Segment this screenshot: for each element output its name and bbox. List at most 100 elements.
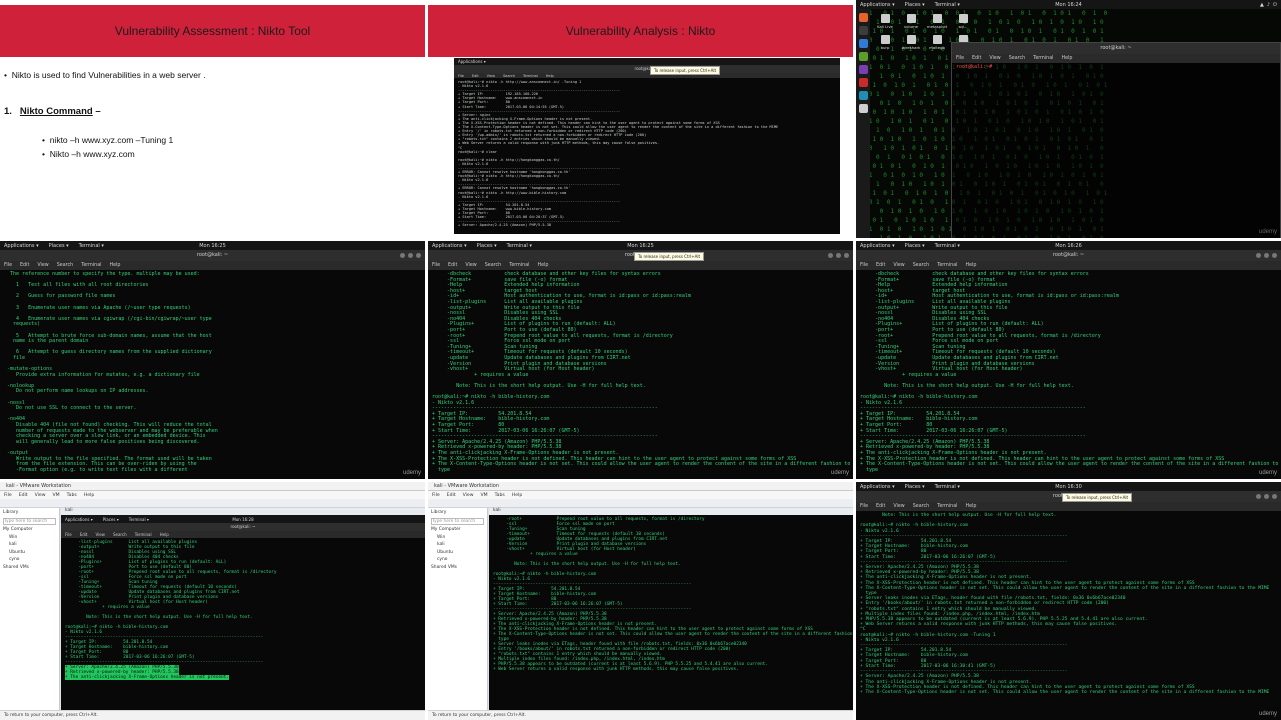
menu-search[interactable]: Search bbox=[1009, 56, 1025, 61]
clock[interactable]: Mon 16:30 bbox=[1055, 484, 1082, 490]
tree-item[interactable]: kali bbox=[3, 542, 56, 547]
desktop-icon[interactable]: volume bbox=[900, 14, 922, 32]
menu-file[interactable]: File bbox=[4, 493, 12, 498]
menu-file[interactable]: File bbox=[65, 532, 72, 537]
menu-vm[interactable]: VM bbox=[481, 493, 488, 498]
menu-search[interactable]: Search bbox=[485, 263, 501, 268]
clock[interactable]: Mon 16:24 bbox=[1055, 2, 1082, 8]
menu-terminal[interactable]: Terminal bbox=[135, 532, 152, 537]
vm-screen[interactable]: Applications ▾ Places ▾ Terminal ▾ Mon 1… bbox=[61, 515, 425, 710]
desktop-icon[interactable]: burp bbox=[874, 35, 896, 53]
menu-view[interactable]: View bbox=[893, 504, 904, 509]
vm-screen[interactable]: -root+ Prepend root value to all request… bbox=[489, 515, 853, 710]
system-tray[interactable]: ▲ ♪ ⏻ bbox=[1260, 2, 1277, 8]
menu-help[interactable]: Help bbox=[109, 263, 120, 268]
metasploit-icon[interactable] bbox=[858, 52, 868, 61]
menu-help[interactable]: Help bbox=[1061, 56, 1072, 61]
close-button[interactable] bbox=[416, 253, 421, 258]
terminal-output[interactable]: Note: This is the short help output. Use… bbox=[856, 511, 1281, 720]
menu-edit[interactable]: Edit bbox=[876, 263, 885, 268]
terminal-menu[interactable]: Terminal ▾ bbox=[79, 243, 104, 249]
maximize-button[interactable] bbox=[408, 253, 413, 258]
menu-view[interactable]: View bbox=[463, 493, 474, 498]
menu-view[interactable]: View bbox=[37, 263, 48, 268]
menu-file[interactable]: File bbox=[860, 504, 868, 509]
tree-item[interactable]: Win bbox=[431, 535, 484, 540]
menu-file[interactable]: File bbox=[860, 263, 868, 268]
armitage-icon[interactable] bbox=[858, 65, 868, 74]
terminal-output[interactable]: -dbcheck check database and other key fi… bbox=[428, 270, 853, 479]
maltego-icon[interactable] bbox=[858, 91, 868, 100]
menu-terminal[interactable]: Terminal bbox=[509, 263, 529, 268]
menu-vm[interactable]: VM bbox=[53, 493, 60, 498]
menu-edit[interactable]: Edit bbox=[80, 532, 88, 537]
clock[interactable]: Mon 16:26 bbox=[1055, 243, 1082, 249]
clock[interactable]: Mon 16:25 bbox=[627, 243, 654, 249]
tree-item[interactable]: Win bbox=[3, 535, 56, 540]
tree-my-computer[interactable]: My Computer bbox=[3, 527, 56, 532]
vm-tab-kali[interactable]: kali bbox=[61, 508, 425, 515]
applications-menu[interactable]: Applications ▾ bbox=[860, 2, 895, 8]
menu-terminal[interactable]: Terminal bbox=[937, 263, 957, 268]
places-menu[interactable]: Places ▾ bbox=[905, 2, 925, 8]
terminal-window[interactable]: root@kali: ~ File Edit View Search Termi… bbox=[951, 42, 1281, 238]
menu-view[interactable]: View bbox=[35, 493, 46, 498]
terminal-output[interactable]: -list-plugins List all available plugins… bbox=[61, 538, 425, 710]
applications-menu[interactable]: Applications ▾ bbox=[860, 484, 895, 490]
menu-view[interactable]: View bbox=[487, 74, 495, 78]
desktop-icon[interactable]: sql... bbox=[952, 14, 974, 32]
library-search-input[interactable]: Type here to search bbox=[431, 517, 484, 525]
terminal-output[interactable]: root@kali:~# nikto -h http://www.anscomn… bbox=[454, 78, 840, 234]
menu-view[interactable]: View bbox=[989, 56, 1000, 61]
minimize-button[interactable] bbox=[828, 253, 833, 258]
terminal-menu[interactable]: Terminal ▾ bbox=[935, 243, 960, 249]
desktop-icon[interactable]: wireshark bbox=[900, 35, 922, 53]
terminal-output[interactable]: The reference number to specify the type… bbox=[0, 270, 425, 479]
menu-tabs[interactable]: Tabs bbox=[67, 493, 77, 498]
menu-edit[interactable]: Edit bbox=[447, 493, 456, 498]
terminal-icon[interactable] bbox=[858, 26, 868, 35]
menu-help[interactable]: Help bbox=[537, 263, 548, 268]
menu-edit[interactable]: Edit bbox=[20, 263, 29, 268]
desktop-icon[interactable]: metasploit bbox=[926, 14, 948, 32]
clock[interactable]: Mon 16:28 bbox=[232, 517, 253, 522]
close-button[interactable] bbox=[1272, 253, 1277, 258]
menu-help[interactable]: Help bbox=[512, 493, 522, 498]
menu-help[interactable]: Help bbox=[965, 504, 976, 509]
library-search-input[interactable]: Type here to search bbox=[3, 517, 56, 525]
menu-edit[interactable]: Edit bbox=[876, 504, 885, 509]
places-menu[interactable]: Places ▾ bbox=[103, 517, 119, 522]
places-menu[interactable]: Places ▾ bbox=[905, 243, 925, 249]
menu-terminal[interactable]: Terminal bbox=[937, 504, 957, 509]
terminal-menu[interactable]: Terminal ▾ bbox=[129, 517, 149, 522]
desktop-icon[interactable]: maltego bbox=[926, 35, 948, 53]
applications-menu[interactable]: Applications ▾ bbox=[458, 59, 486, 64]
vm-tab-kali[interactable]: kali bbox=[489, 508, 853, 515]
menu-search[interactable]: Search bbox=[113, 532, 127, 537]
terminal-output[interactable]: -root+ Prepend root value to all request… bbox=[489, 515, 853, 710]
maximize-button[interactable] bbox=[1264, 253, 1269, 258]
terminal-menu[interactable]: Terminal ▾ bbox=[507, 243, 532, 249]
minimize-button[interactable] bbox=[400, 253, 405, 258]
menu-terminal[interactable]: Terminal bbox=[1033, 56, 1053, 61]
menu-search[interactable]: Search bbox=[913, 504, 929, 509]
tree-item[interactable]: Ubuntu bbox=[3, 550, 56, 555]
menu-help[interactable]: Help bbox=[546, 74, 554, 78]
clock[interactable]: Mon 16:25 bbox=[199, 243, 226, 249]
menu-file[interactable]: File bbox=[458, 74, 464, 78]
menu-file[interactable]: File bbox=[432, 493, 440, 498]
tree-item[interactable]: Ubuntu bbox=[431, 550, 484, 555]
menu-search[interactable]: Search bbox=[503, 74, 515, 78]
terminal-menu[interactable]: Terminal ▾ bbox=[935, 484, 960, 490]
minimize-button[interactable] bbox=[1256, 253, 1261, 258]
files-icon[interactable] bbox=[858, 39, 868, 48]
places-menu[interactable]: Places ▾ bbox=[905, 484, 925, 490]
desktop-icon[interactable]: Kali Live bbox=[874, 14, 896, 32]
tree-shared-vms[interactable]: Shared VMs bbox=[431, 565, 484, 570]
firefox-icon[interactable] bbox=[858, 13, 868, 22]
applications-menu[interactable]: Applications ▾ bbox=[65, 517, 93, 522]
places-menu[interactable]: Places ▾ bbox=[477, 243, 497, 249]
menu-view[interactable]: View bbox=[893, 263, 904, 268]
menu-terminal[interactable]: Terminal bbox=[81, 263, 101, 268]
close-button[interactable] bbox=[844, 253, 849, 258]
